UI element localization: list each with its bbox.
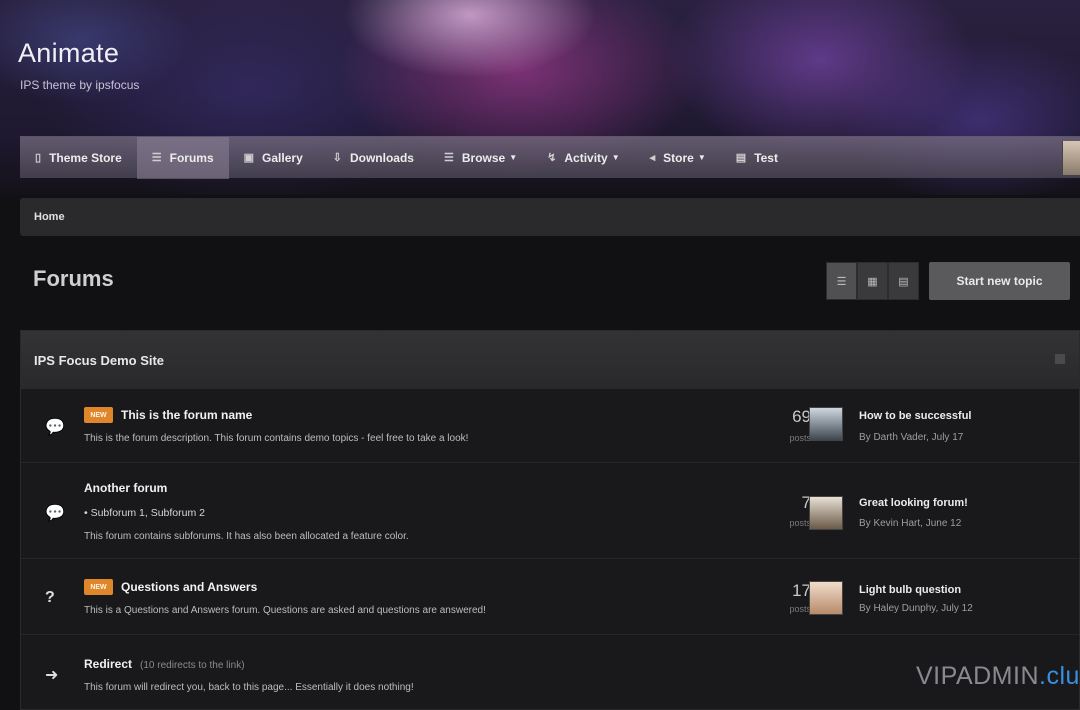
- category-title[interactable]: IPS Focus Demo Site: [34, 353, 164, 368]
- last-post-title[interactable]: How to be successful: [859, 410, 971, 422]
- site-tagline: IPS theme by ipsfocus: [20, 78, 140, 92]
- nav-item-label: Store: [663, 150, 694, 165]
- nav-item-browse[interactable]: ☰ Browse ▼: [429, 137, 532, 179]
- page-title: Forums: [33, 266, 114, 291]
- list-view-icon[interactable]: ▤: [888, 262, 919, 300]
- forums-icon: ☰: [151, 152, 162, 164]
- breadcrumb-home[interactable]: Home: [34, 211, 65, 223]
- forum-name[interactable]: This is the forum name: [121, 408, 252, 422]
- table-view-icon[interactable]: ☰: [826, 262, 857, 300]
- grid-view-icon[interactable]: ▦: [857, 262, 888, 300]
- site-title[interactable]: Animate: [18, 38, 119, 69]
- last-poster-avatar[interactable]: [809, 407, 843, 441]
- last-post-meta: By Haley Dunphy, July 12: [859, 603, 973, 614]
- nav-item-downloads[interactable]: ⇩ Downloads: [318, 137, 429, 179]
- forum-row: 💬 NEW This is the forum name This is the…: [21, 391, 1079, 463]
- chat-bubbles-icon: 💬: [45, 505, 65, 522]
- activity-icon: ↯: [547, 152, 557, 164]
- nav-item-test[interactable]: ▤ Test: [721, 137, 793, 179]
- forum-name[interactable]: Redirect (10 redirects to the link): [84, 657, 245, 671]
- list-icon: ☰: [443, 152, 454, 164]
- redirect-count: (10 redirects to the link): [140, 660, 245, 671]
- camera-icon: ▣: [243, 152, 255, 164]
- breadcrumb: Home: [20, 198, 1080, 236]
- last-post-meta: By Kevin Hart, June 12: [859, 518, 962, 529]
- watermark: VIPADMIN.club: [916, 662, 1080, 691]
- download-icon: ⇩: [332, 152, 342, 164]
- nav-item-label: Downloads: [349, 150, 414, 165]
- nav-item-store[interactable]: ◂ Store ▼: [635, 137, 721, 179]
- main-navbar: ▯ Theme Store ☰ Forums ▣ Gallery ⇩ Downl…: [20, 136, 1080, 179]
- nav-item-label: Forums: [169, 150, 214, 165]
- watermark-accent: .club: [1039, 662, 1080, 690]
- theme-store-icon: ▯: [35, 152, 42, 164]
- page-icon: ▤: [735, 152, 747, 164]
- post-count: 7: [801, 493, 811, 512]
- forum-name[interactable]: Questions and Answers: [121, 580, 257, 594]
- last-post-meta: By Darth Vader, July 17: [859, 432, 964, 443]
- nav-item-label: Theme Store: [49, 150, 122, 165]
- post-count-label: posts: [789, 518, 811, 528]
- user-avatar[interactable]: [1062, 141, 1080, 175]
- nav-item-theme-store[interactable]: ▯ Theme Store: [20, 137, 137, 179]
- redirect-arrow-icon: ➜: [45, 667, 59, 684]
- post-count-label: posts: [789, 433, 811, 443]
- last-post-title[interactable]: Great looking forum!: [859, 497, 968, 509]
- new-badge: NEW: [84, 407, 113, 423]
- post-count-label: posts: [789, 604, 811, 614]
- store-icon: ◂: [649, 152, 656, 164]
- nav-item-label: Test: [754, 150, 778, 165]
- caret-down-icon: ▼: [697, 153, 706, 162]
- caret-down-icon: ▼: [509, 153, 518, 162]
- category-header: IPS Focus Demo Site: [21, 331, 1079, 389]
- forum-description: This forum contains subforums. It has al…: [84, 531, 409, 542]
- forum-name[interactable]: Another forum: [84, 481, 167, 495]
- nav-item-label: Gallery: [262, 150, 303, 165]
- view-toggle: ☰ ▦ ▤: [826, 262, 919, 300]
- subforum-links[interactable]: • Subforum 1, Subforum 2: [84, 507, 205, 519]
- nav-item-label: Activity: [564, 150, 608, 165]
- forum-row: 💬 Another forum • Subforum 1, Subforum 2…: [21, 463, 1079, 559]
- nav-item-label: Browse: [461, 150, 506, 165]
- post-count: 17: [792, 581, 811, 600]
- question-mark-icon: ?: [45, 589, 55, 606]
- collapse-icon[interactable]: [1055, 354, 1065, 364]
- watermark-text: VIPADMIN: [916, 662, 1039, 690]
- last-poster-avatar[interactable]: [809, 496, 843, 530]
- post-count: 69: [792, 407, 811, 426]
- forum-row: ? NEW Questions and Answers This is a Qu…: [21, 559, 1079, 635]
- nav-item-forums[interactable]: ☰ Forums: [136, 136, 229, 179]
- last-poster-avatar[interactable]: [809, 581, 843, 615]
- forum-description: This forum will redirect you, back to th…: [84, 682, 414, 693]
- start-new-topic-button[interactable]: Start new topic: [929, 262, 1070, 300]
- nav-item-activity[interactable]: ↯ Activity ▼: [532, 137, 635, 179]
- caret-down-icon: ▼: [611, 153, 620, 162]
- forum-description: This is a Questions and Answers forum. Q…: [84, 605, 486, 616]
- nav-item-gallery[interactable]: ▣ Gallery: [229, 137, 318, 179]
- last-post-title[interactable]: Light bulb question: [859, 584, 961, 596]
- new-badge: NEW: [84, 579, 113, 595]
- forum-category: IPS Focus Demo Site 💬 NEW This is the fo…: [20, 330, 1080, 710]
- chat-bubbles-icon: 💬: [45, 419, 65, 436]
- forum-description: This is the forum description. This foru…: [84, 433, 469, 444]
- forum-name-text: Redirect: [84, 657, 133, 671]
